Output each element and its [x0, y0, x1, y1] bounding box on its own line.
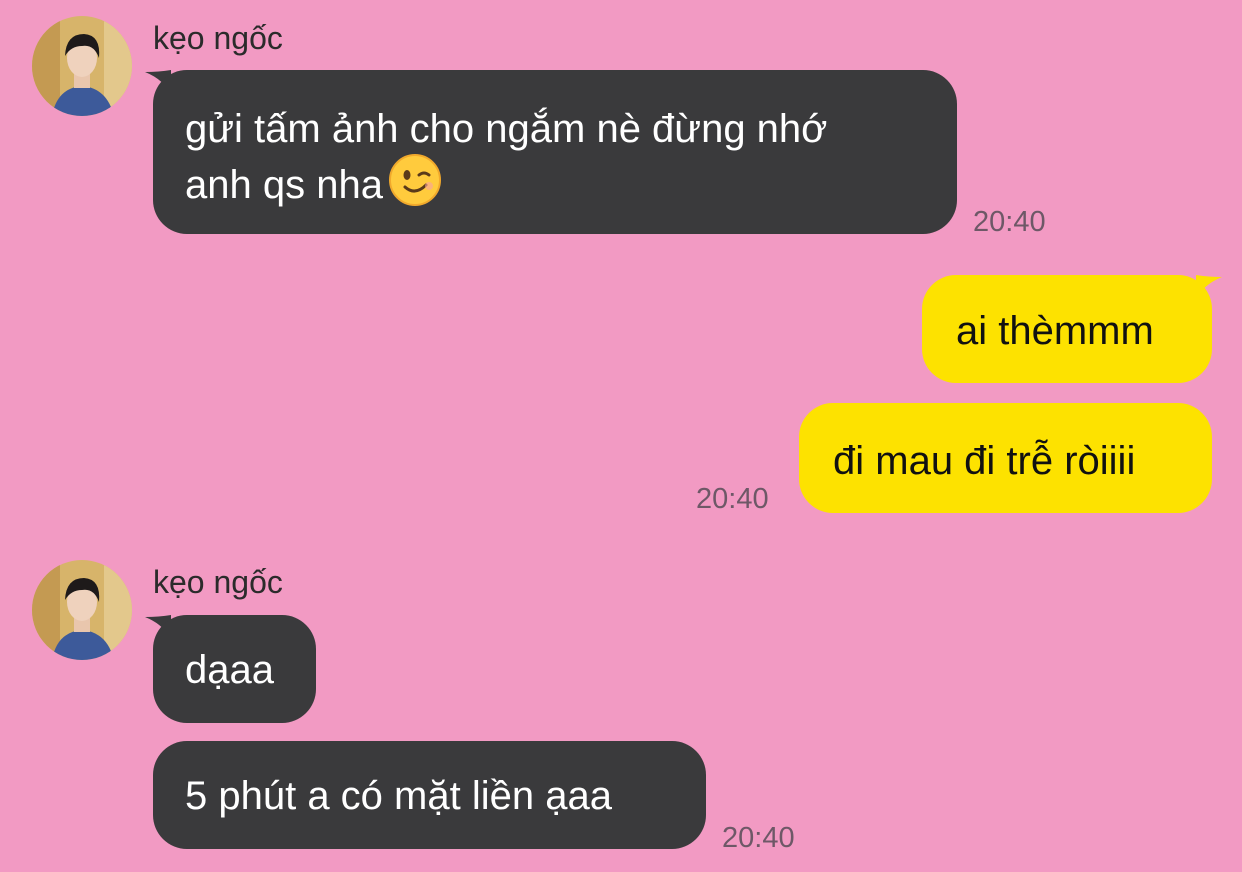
winking-face-emoji-icon	[388, 154, 441, 206]
message-bubble[interactable]: ai thèmmm	[922, 275, 1212, 383]
message-bubble[interactable]: 5 phút a có mặt liền ạaa	[153, 741, 706, 849]
sender-avatar[interactable]	[32, 560, 132, 660]
message-time: 20:40	[696, 483, 769, 515]
message-text: ai thèmmm	[956, 309, 1154, 353]
message-time: 20:40	[722, 822, 795, 854]
message-bubble[interactable]: dạaa	[153, 615, 316, 723]
profile-photo-avatar-icon	[32, 16, 132, 116]
sender-name: kẹo ngốc	[153, 20, 283, 56]
message-bubble[interactable]: gửi tấm ảnh cho ngắm nè đừng nhớ anh qs …	[153, 70, 957, 234]
message-line: gửi tấm ảnh cho ngắm nè đừng nhớ	[185, 107, 828, 151]
message-time: 20:40	[973, 206, 1046, 238]
message-text: dạaa	[185, 648, 274, 692]
message-bubble[interactable]: đi mau đi trễ ròiiii	[799, 403, 1212, 513]
chat-area: kẹo ngốc gửi tấm ảnh cho ngắm nè đừng nh…	[0, 0, 1242, 872]
sender-name: kẹo ngốc	[153, 564, 283, 600]
message-line: anh qs nha	[185, 154, 925, 210]
sender-avatar[interactable]	[32, 16, 132, 116]
message-text: 5 phút a có mặt liền ạaa	[185, 774, 612, 818]
profile-photo-avatar-icon	[32, 560, 132, 660]
message-text: đi mau đi trễ ròiiii	[833, 439, 1136, 483]
